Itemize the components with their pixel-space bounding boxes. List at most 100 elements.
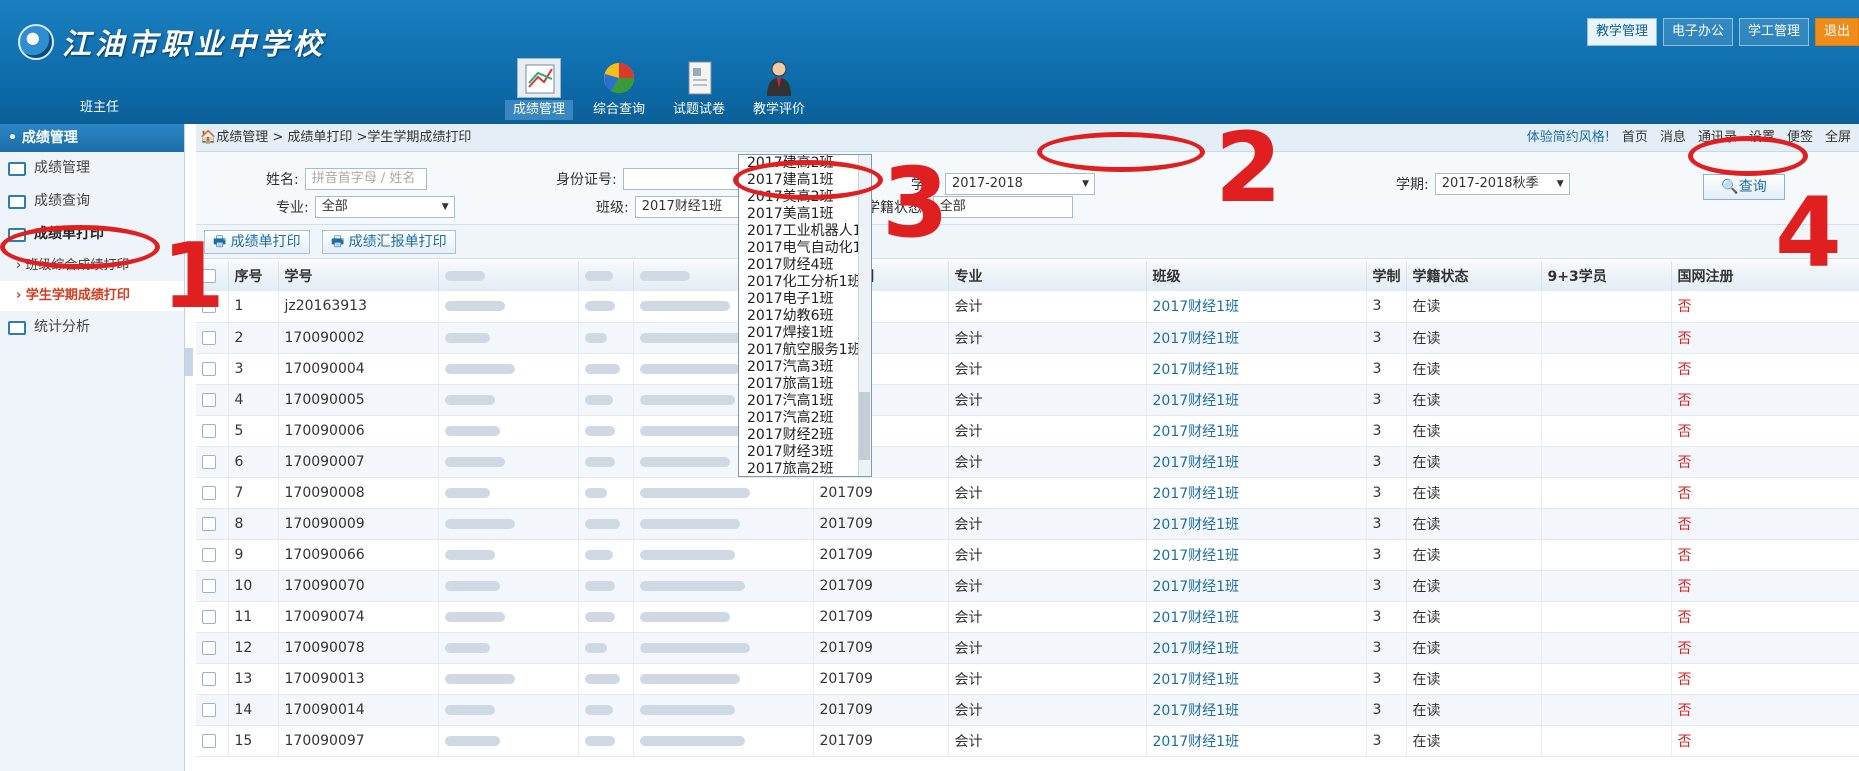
row-checkbox[interactable]	[196, 446, 229, 478]
dropdown-option[interactable]: 2017旅高1班	[739, 376, 871, 393]
dropdown-option[interactable]: 2017化工分析1班	[739, 274, 871, 291]
table-row[interactable]: 12 170090078 201709 会计 2017财经1班 3 在读 否	[196, 632, 1859, 664]
module-bar: 成绩管理 综合查询 试题试卷 教学评价	[505, 56, 813, 120]
table-row[interactable]: 9 170090066 201709 会计 2017财经1班 3 在读 否	[196, 539, 1859, 571]
dropdown-option[interactable]: 2017财经4班	[739, 257, 871, 274]
fullscreen-link[interactable]: 全屏	[1825, 124, 1851, 152]
row-checkbox[interactable]	[196, 353, 229, 385]
sidebar-item-grade-management[interactable]: 成绩管理	[0, 152, 184, 185]
table-row[interactable]: 13 170090013 201709 会计 2017财经1班 3 在读 否	[196, 663, 1859, 695]
module-evaluation[interactable]: 教学评价	[745, 56, 813, 118]
table-row[interactable]: 14 170090014 201709 会计 2017财经1班 3 在读 否	[196, 694, 1859, 726]
messages-link[interactable]: 消息	[1660, 124, 1686, 152]
row-class-link[interactable]: 2017财经1班	[1146, 725, 1367, 757]
row-checkbox[interactable]	[196, 539, 229, 571]
row-checkbox[interactable]	[196, 725, 229, 757]
table-row[interactable]: 4170090005201709会计2017财经1班3在读否	[196, 384, 1859, 416]
dropdown-option[interactable]: 2017旅高2班	[739, 461, 871, 476]
annotation-ring-1	[0, 225, 160, 269]
row-years: 3	[1366, 725, 1407, 757]
table-row[interactable]: 15 170090097 201709 会计 2017财经1班 3 在读 否	[196, 725, 1859, 757]
sidebar-item-grade-query[interactable]: 成绩查询	[0, 185, 184, 218]
sidebar-sub-student-print[interactable]: › 学生学期成绩打印	[0, 281, 184, 311]
row-class-link[interactable]: 2017财经1班	[1146, 384, 1367, 416]
table-row[interactable]: 10 170090070 201709 会计 2017财经1班 3 在读 否	[196, 570, 1859, 602]
table-row[interactable]: 6170090007201709会计2017财经1班3在读否	[196, 446, 1859, 478]
row-class-link[interactable]: 2017财经1班	[1146, 694, 1367, 726]
class-dropdown-list[interactable]: 2017建高2班 2017建高1班 2017美高2班 2017美高1班 2017工业机器…	[738, 154, 872, 477]
dropdown-option[interactable]: 2017汽高1班	[739, 393, 871, 410]
row-checkbox[interactable]	[196, 663, 229, 695]
row-class-link[interactable]: 2017财经1班	[1146, 632, 1367, 664]
app-header: 江油市职业中学校 班主任 教学管理 电子办公 学工管理 退出 成绩管理 综合查询…	[0, 0, 1859, 124]
col-class: 班级	[1146, 261, 1367, 291]
status-input[interactable]: 全部	[932, 196, 1073, 218]
dropdown-scroll-thumb[interactable]	[859, 392, 870, 460]
row-major: 会计	[948, 384, 1147, 416]
row-class-link[interactable]: 2017财经1班	[1146, 663, 1367, 695]
nav-student-affairs[interactable]: 学工管理	[1738, 18, 1809, 46]
row-redacted	[578, 663, 634, 695]
col-9plus3: 9+3学员	[1541, 261, 1672, 291]
dropdown-option[interactable]: 2017美高1班	[739, 206, 871, 223]
row-class-link[interactable]: 2017财经1班	[1146, 446, 1367, 478]
module-exams[interactable]: 试题试卷	[665, 56, 733, 118]
term-select[interactable]: 2017-2018秋季	[1434, 173, 1570, 195]
row-checkbox[interactable]	[196, 632, 229, 664]
dropdown-scrollbar[interactable]	[858, 155, 871, 476]
name-input[interactable]: 拼音首字母 / 姓名	[304, 168, 427, 190]
dropdown-option[interactable]: 2017财经2班	[739, 427, 871, 444]
row-checkbox[interactable]	[196, 384, 229, 416]
table-row[interactable]: 1jz20163913201608会计2017财经1班3在读否	[196, 291, 1859, 323]
dropdown-option[interactable]: 2017电气自动化1班	[739, 240, 871, 257]
row-redacted	[633, 725, 814, 757]
nav-office[interactable]: 电子办公	[1662, 18, 1733, 46]
row-checkbox[interactable]	[196, 570, 229, 602]
table-row[interactable]: 3170090004201709会计2017财经1班3在读否	[196, 353, 1859, 385]
row-class-link[interactable]: 2017财经1班	[1146, 570, 1367, 602]
row-checkbox[interactable]	[196, 477, 229, 509]
row-checkbox[interactable]	[196, 508, 229, 540]
dropdown-option[interactable]: 2017航空服务1班	[739, 342, 871, 359]
dropdown-option[interactable]: 2017电子1班	[739, 291, 871, 308]
home-link[interactable]: 首页	[1622, 124, 1648, 152]
dropdown-option[interactable]: 2017财经3班	[739, 444, 871, 461]
row-checkbox[interactable]	[196, 694, 229, 726]
row-class-link[interactable]: 2017财经1班	[1146, 539, 1367, 571]
year-select[interactable]: 2017-2018	[945, 173, 1095, 195]
table-row[interactable]: 8 170090009 201709 会计 2017财经1班 3 在读 否	[196, 508, 1859, 540]
module-grades[interactable]: 成绩管理	[505, 56, 573, 120]
row-redacted	[578, 725, 634, 757]
row-class-link[interactable]: 2017财经1班	[1146, 508, 1367, 540]
print-summary-button[interactable]: 🖶 成绩汇报单打印	[322, 230, 456, 254]
sidebar-collapse-handle[interactable]	[185, 348, 193, 376]
row-class-link[interactable]: 2017财经1班	[1146, 322, 1367, 354]
dropdown-option[interactable]: 2017焊接1班	[739, 325, 871, 342]
dropdown-option[interactable]: 2017汽高2班	[739, 410, 871, 427]
row-status: 在读	[1406, 570, 1542, 602]
row-status: 在读	[1406, 632, 1542, 664]
row-checkbox[interactable]	[196, 601, 229, 633]
dropdown-option[interactable]: 2017汽高3班	[739, 359, 871, 376]
nav-teaching[interactable]: 教学管理	[1586, 18, 1657, 46]
row-class-link[interactable]: 2017财经1班	[1146, 291, 1367, 323]
row-student-id: 170090009	[278, 508, 439, 540]
row-class-link[interactable]: 2017财经1班	[1146, 353, 1367, 385]
table-row[interactable]: 5170090006201709会计2017财经1班3在读否	[196, 415, 1859, 447]
dropdown-option[interactable]: 2017幼教6班	[739, 308, 871, 325]
simple-style-link[interactable]: 体验简约风格!	[1527, 124, 1610, 152]
dropdown-option[interactable]: 2017工业机器人1班	[739, 223, 871, 240]
row-class-link[interactable]: 2017财经1班	[1146, 415, 1367, 447]
major-select[interactable]: 全部	[314, 196, 455, 218]
logout-button[interactable]: 退出	[1814, 18, 1859, 46]
sidebar-item-statistics[interactable]: 统计分析	[0, 311, 184, 344]
row-class-link[interactable]: 2017财经1班	[1146, 477, 1367, 509]
query-button[interactable]: 🔍查询	[1703, 174, 1785, 200]
row-status: 在读	[1406, 601, 1542, 633]
table-row[interactable]: 11 170090074 201709 会计 2017财经1班 3 在读 否	[196, 601, 1859, 633]
table-row[interactable]: 2170090002201709会计2017财经1班3在读否	[196, 322, 1859, 354]
row-checkbox[interactable]	[196, 415, 229, 447]
table-row[interactable]: 7 170090008 201709 会计 2017财经1班 3 在读 否	[196, 477, 1859, 509]
row-class-link[interactable]: 2017财经1班	[1146, 601, 1367, 633]
module-query[interactable]: 综合查询	[585, 56, 653, 118]
